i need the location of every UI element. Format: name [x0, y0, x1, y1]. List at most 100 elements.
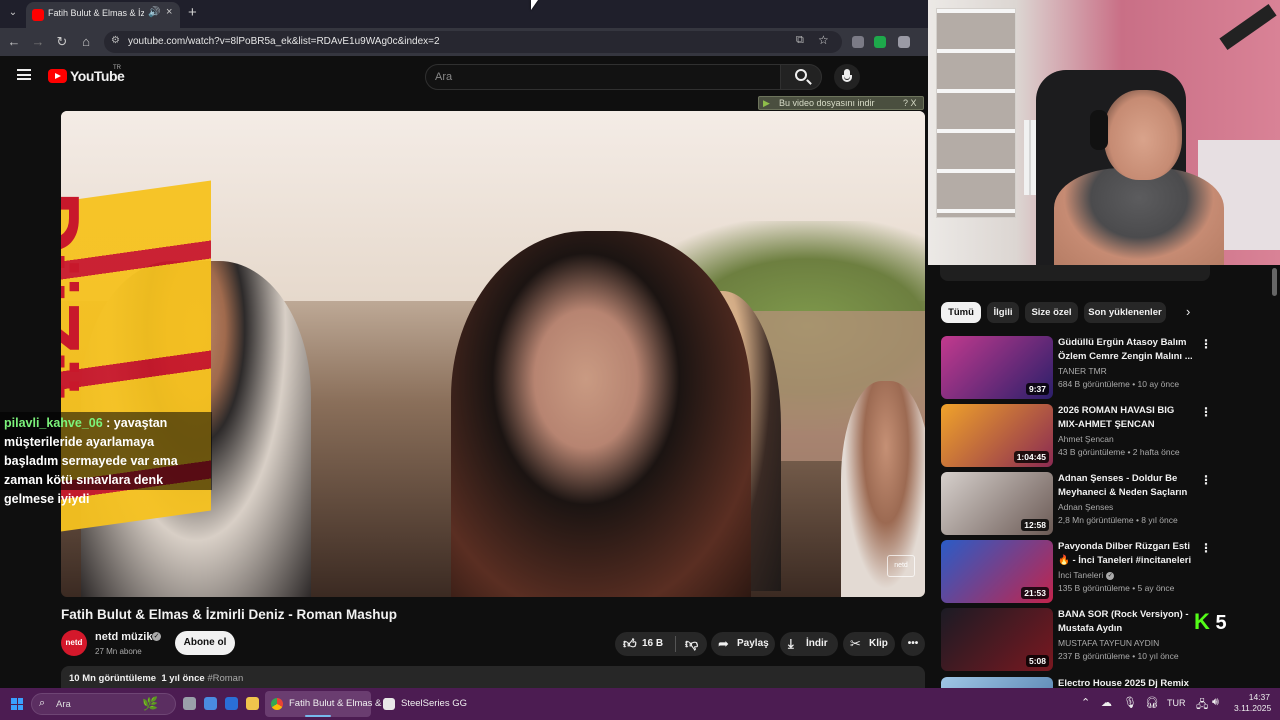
- download-banner-controls[interactable]: ? X: [903, 98, 917, 108]
- extension-green-icon[interactable]: [874, 36, 886, 48]
- speaker-icon[interactable]: 🔊: [148, 7, 160, 18]
- tab-title: Fatih Bulut & Elmas & İzmirli Deniz - Ro…: [48, 8, 144, 18]
- subscribe-button[interactable]: Abone ol: [175, 631, 235, 655]
- search-placeholder: Ara: [435, 71, 453, 83]
- new-tab-button[interactable]: +: [188, 4, 197, 21]
- tab-close-icon[interactable]: ×: [166, 6, 172, 18]
- taskbar-app-steelseries[interactable]: SteelSeries GG: [377, 691, 467, 717]
- search-highlight-icon: 🌿: [142, 696, 159, 711]
- dislike-button[interactable]: 👎︎: [676, 632, 707, 656]
- recommendation-title[interactable]: Güdüllü Ergün Atasoy Balım Özlem Cemre Z…: [1058, 336, 1194, 363]
- search-input[interactable]: Ara: [425, 64, 781, 90]
- hashtag-link[interactable]: #Roman: [207, 673, 243, 684]
- recommendation-channel[interactable]: İnci Taneleri ✓: [1058, 570, 1115, 580]
- recommendation-title[interactable]: BANA SOR (Rock Versiyon) - Mustafa Aydın: [1058, 608, 1194, 635]
- chevron-right-icon[interactable]: ›: [1186, 304, 1190, 319]
- kebab-menu-icon[interactable]: ⋮: [1200, 337, 1212, 351]
- search-button[interactable]: [780, 64, 822, 90]
- page-scrollbar[interactable]: [1272, 268, 1277, 296]
- windows-start-icon[interactable]: [11, 698, 23, 710]
- chip-related[interactable]: İlgili: [987, 302, 1019, 323]
- outlook-icon[interactable]: [225, 697, 238, 710]
- recommendation-thumbnail[interactable]: 21:53: [941, 540, 1053, 603]
- chevron-up-icon[interactable]: ⌃: [1081, 696, 1090, 709]
- browser-tab-active[interactable]: Fatih Bulut & Elmas & İzmirli Deniz - Ro…: [26, 2, 180, 28]
- recommendation-item[interactable]: 1:04:45 2026 ROMAN HAVASI BIG MIX-AHMET …: [941, 404, 1212, 468]
- extension-shield-icon[interactable]: [852, 36, 864, 48]
- kick-logo-icon: K: [1194, 609, 1210, 634]
- download-banner-label: Bu video dosyasını indir: [779, 98, 875, 108]
- kick-viewer-count: K 5: [1194, 609, 1227, 635]
- home-icon[interactable]: ⌂: [78, 34, 94, 49]
- share-arrow-icon: ➦: [718, 636, 729, 651]
- webcam-streamer-body: [1054, 168, 1224, 265]
- youtube-logo-icon[interactable]: [48, 69, 67, 83]
- recommendation-item[interactable]: 21:53 Pavyonda Dilber Rüzgarı Esti 🔥 - İ…: [941, 540, 1212, 604]
- view-count: 10 Mn görüntüleme: [69, 673, 157, 684]
- site-info-icon[interactable]: ⚙: [111, 35, 120, 46]
- recommendation-channel[interactable]: Ahmet Şencan: [1058, 434, 1114, 444]
- channel-avatar[interactable]: netd: [61, 630, 87, 656]
- microphone-icon[interactable]: 🎙︎: [1123, 696, 1137, 709]
- youtube-header: YouTube TR Ara: [0, 56, 928, 96]
- recommendation-thumbnail[interactable]: 1:04:45: [941, 404, 1053, 467]
- recommendation-title[interactable]: Adnan Şenses - Doldur Be Meyhaneci & Ned…: [1058, 472, 1194, 499]
- like-button[interactable]: 👍︎ 16 B: [615, 632, 675, 656]
- recommendation-item[interactable]: 12:58 Adnan Şenses - Doldur Be Meyhaneci…: [941, 472, 1212, 536]
- reload-icon[interactable]: ↻: [54, 34, 70, 50]
- video-download-banner[interactable]: ▶ Bu video dosyasını indir ? X: [758, 96, 924, 110]
- cloud-icon[interactable]: ☁: [1101, 696, 1112, 709]
- kebab-menu-icon[interactable]: ⋮: [1200, 541, 1212, 555]
- network-icon[interactable]: 🖧: [1196, 696, 1208, 715]
- browser-tab-strip: ⌄ Fatih Bulut & Elmas & İzmirli Deniz - …: [0, 0, 928, 28]
- menu-icon[interactable]: [17, 69, 31, 80]
- task-view-icon[interactable]: [183, 697, 196, 710]
- duration-badge: 9:37: [1025, 383, 1049, 395]
- taskbar-app-chrome[interactable]: Fatih Bulut & Elmas & İz: [265, 691, 391, 717]
- more-actions-button[interactable]: •••: [901, 632, 925, 656]
- chip-for-you[interactable]: Size özel: [1025, 302, 1078, 323]
- extensions-puzzle-icon[interactable]: [898, 36, 910, 48]
- recommendation-title[interactable]: Electro House 2025 Dj Remix: [1058, 677, 1194, 688]
- tab-search-button[interactable]: ⌄: [4, 4, 22, 22]
- chip-all[interactable]: Tümü: [941, 302, 981, 323]
- recommendation-item[interactable]: 9:37 Güdüllü Ergün Atasoy Balım Özlem Ce…: [941, 336, 1212, 400]
- address-bar[interactable]: ⚙ youtube.com/watch?v=8lPoBR5a_ek&list=R…: [104, 31, 842, 53]
- back-arrow-icon[interactable]: ←: [6, 34, 22, 49]
- share-button[interactable]: ➦ Paylaş: [711, 632, 775, 656]
- recommendation-channel[interactable]: Adnan Şenses: [1058, 502, 1113, 512]
- file-explorer-icon[interactable]: [246, 697, 259, 710]
- taskbar-search-placeholder: Ara: [56, 699, 71, 710]
- recommendation-title[interactable]: Pavyonda Dilber Rüzgarı Esti 🔥 - İnci Ta…: [1058, 540, 1194, 567]
- copilot-icon[interactable]: [204, 697, 217, 710]
- recommendation-channel[interactable]: MUSTAFA TAYFUN AYDIN: [1058, 638, 1159, 648]
- video-player[interactable]: DüZü netd: [61, 111, 925, 597]
- taskbar-search-input[interactable]: ⌕ Ara 🌿: [31, 693, 176, 715]
- recommendation-thumbnail[interactable]: 5:08: [941, 608, 1053, 671]
- recommendation-thumbnail[interactable]: 12:58: [941, 472, 1053, 535]
- recommendation-thumbnail[interactable]: 9:37: [941, 336, 1053, 399]
- download-button[interactable]: ⤓ İndir: [780, 632, 838, 656]
- channel-name[interactable]: netd müzik: [95, 631, 152, 643]
- recommendation-item[interactable]: 5:08 BANA SOR (Rock Versiyon) - Mustafa …: [941, 608, 1211, 672]
- chip-recently-uploaded[interactable]: Son yüklenenler: [1084, 302, 1166, 323]
- forward-arrow-icon[interactable]: →: [30, 34, 46, 49]
- bookmark-star-icon[interactable]: ☆: [818, 33, 829, 47]
- kebab-menu-icon[interactable]: ⋮: [1200, 473, 1212, 487]
- recommendation-meta: 43 B görüntüleme • 2 hafta önce: [1058, 447, 1180, 457]
- clock[interactable]: 14:37 3.11.2025: [1234, 692, 1271, 714]
- description-box[interactable]: 10 Mn görüntüleme 1 yıl önce #Roman: [61, 666, 925, 688]
- clip-button[interactable]: ✂ Klip: [843, 632, 895, 656]
- kebab-menu-icon[interactable]: ⋮: [1200, 405, 1212, 419]
- recommendation-title[interactable]: 2026 ROMAN HAVASI BIG MIX-AHMET ŞENCAN: [1058, 404, 1194, 431]
- headset-icon[interactable]: 🎧︎: [1145, 696, 1159, 709]
- recommendation-item[interactable]: Electro House 2025 Dj Remix: [941, 677, 1211, 688]
- duration-badge: 5:08: [1025, 655, 1049, 667]
- volume-icon[interactable]: 🔊︎: [1212, 696, 1219, 709]
- voice-search-button[interactable]: [834, 64, 860, 90]
- install-app-icon[interactable]: ⧉: [796, 34, 804, 47]
- recommendation-thumbnail[interactable]: [941, 677, 1053, 688]
- language-indicator[interactable]: TUR: [1167, 698, 1186, 708]
- download-label: İndir: [806, 638, 828, 649]
- recommendation-channel[interactable]: TANER TMR: [1058, 366, 1107, 376]
